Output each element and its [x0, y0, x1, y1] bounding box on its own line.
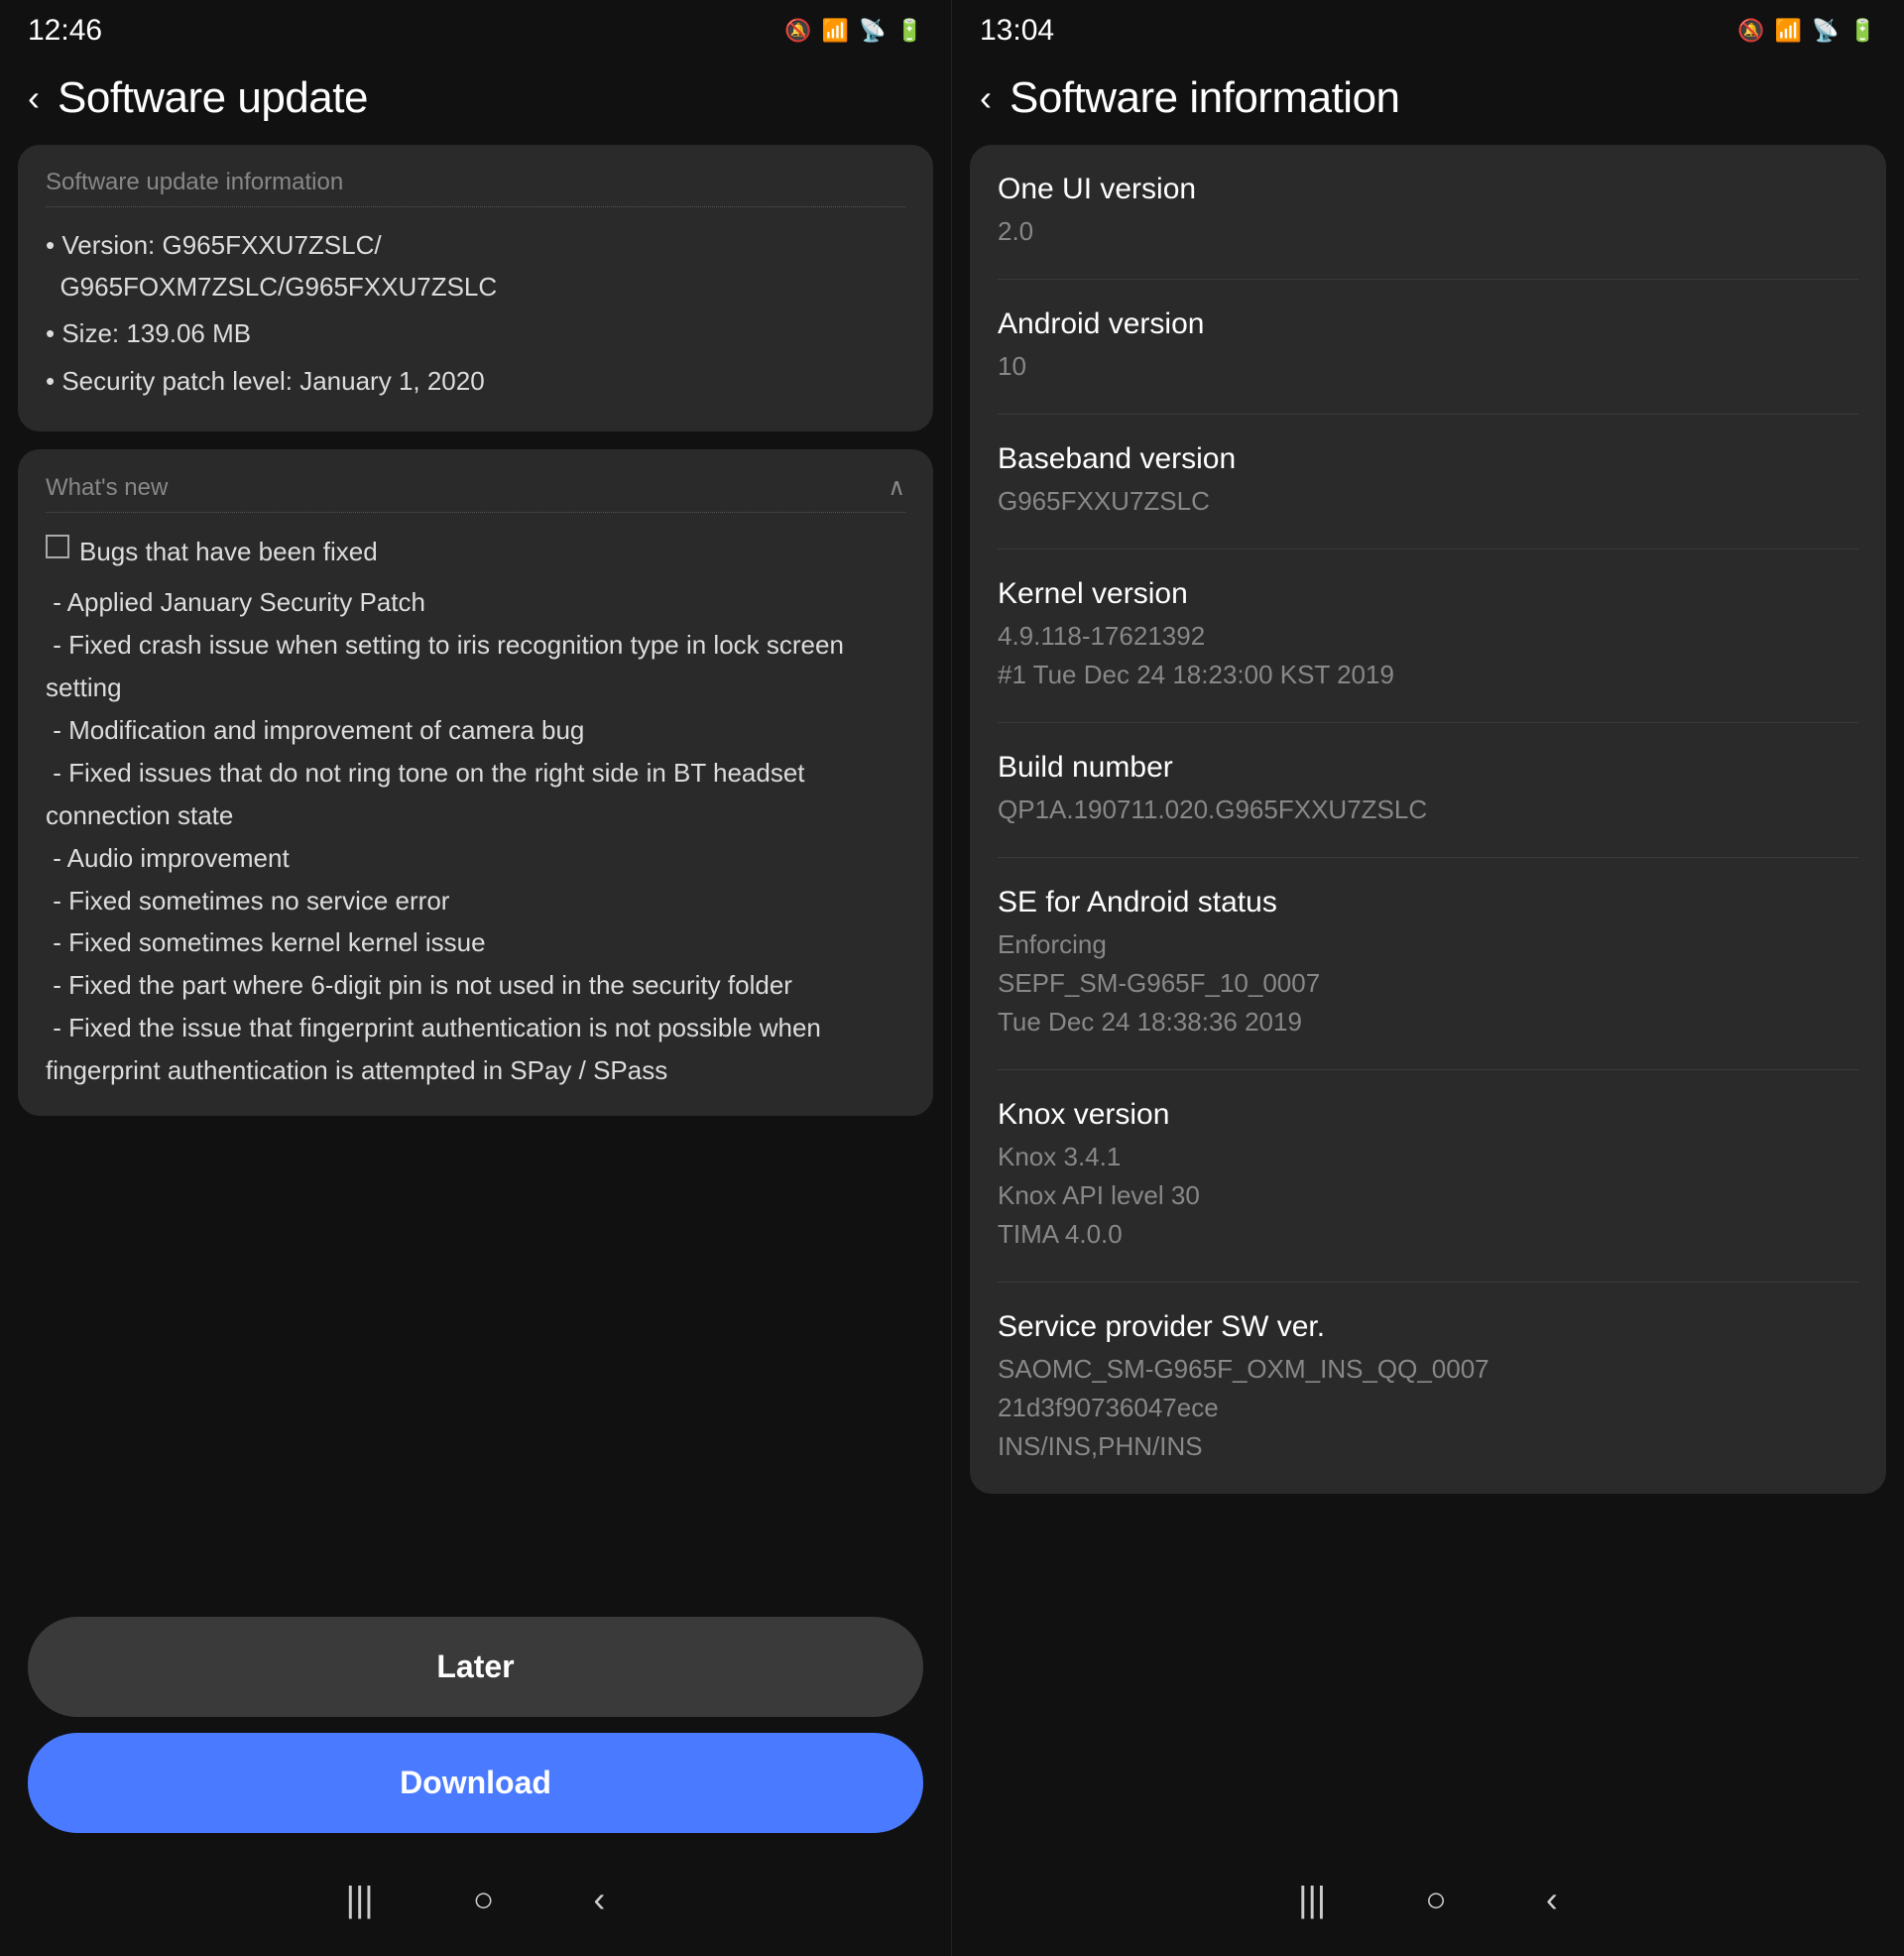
time-left: 12:46 — [28, 14, 102, 48]
page-title-right: Software information — [1010, 73, 1400, 123]
nav-bar-right: ||| ○ ‹ — [952, 1851, 1904, 1956]
knox-version-value: Knox 3.4.1Knox API level 30TIMA 4.0.0 — [998, 1138, 1858, 1254]
whats-new-title-text: What's new — [46, 474, 168, 502]
baseband-version-label: Baseband version — [998, 442, 1858, 476]
page-header-right: ‹ Software information — [952, 56, 1904, 145]
home-icon[interactable]: ○ — [473, 1879, 495, 1920]
bug-items-list: - Applied January Security Patch - Fixed… — [46, 581, 905, 1092]
info-section-title-text: Software update information — [46, 169, 343, 196]
back-button-right[interactable]: ‹ — [980, 80, 992, 116]
size-item: • Size: 139.06 MB — [46, 313, 905, 355]
se-android-value: EnforcingSEPF_SM-G965F_10_0007Tue Dec 24… — [998, 925, 1858, 1041]
status-bar-right: 13:04 🔕 📶 📡 🔋 — [952, 0, 1904, 56]
service-provider-label: Service provider SW ver. — [998, 1310, 1858, 1344]
update-info-card: Software update information • Version: G… — [18, 145, 933, 431]
right-panel: 13:04 🔕 📶 📡 🔋 ‹ Software information One… — [952, 0, 1904, 1956]
status-icons-right: 🔕 📶 📡 🔋 — [1737, 18, 1876, 44]
right-content-area: One UI version 2.0 Android version 10 Ba… — [952, 145, 1904, 1851]
signal-icon: 📡 — [859, 18, 886, 44]
bug-item-6: - Fixed sometimes no service error — [46, 880, 905, 922]
whats-new-header: What's new ∧ — [46, 473, 905, 513]
update-info-list: • Version: G965FXXU7ZSLC/ G965FOXM7ZSLC/… — [46, 225, 905, 402]
version-item: • Version: G965FXXU7ZSLC/ G965FOXM7ZSLC/… — [46, 225, 905, 307]
knox-version-label: Knox version — [998, 1098, 1858, 1132]
battery-icon-right: 🔋 — [1849, 18, 1876, 44]
kernel-version-row: Kernel version 4.9.118-17621392#1 Tue De… — [998, 550, 1858, 723]
service-provider-row: Service provider SW ver. SAOMC_SM-G965F_… — [998, 1283, 1858, 1494]
software-info-card: One UI version 2.0 Android version 10 Ba… — [970, 145, 1886, 1494]
battery-icon: 🔋 — [896, 18, 923, 44]
bugs-fixed-label: Bugs that have been fixed — [79, 531, 378, 573]
build-number-row: Build number QP1A.190711.020.G965FXXU7ZS… — [998, 723, 1858, 858]
android-version-label: Android version — [998, 307, 1858, 341]
one-ui-label: One UI version — [998, 173, 1858, 206]
info-section-header: Software update information — [46, 169, 905, 207]
time-right: 13:04 — [980, 14, 1054, 48]
se-android-label: SE for Android status — [998, 886, 1858, 919]
se-android-row: SE for Android status EnforcingSEPF_SM-G… — [998, 858, 1858, 1070]
bug-item-4: - Fixed issues that do not ring tone on … — [46, 752, 905, 837]
page-header-left: ‹ Software update — [0, 56, 951, 145]
checkbox-bugs-fixed: Bugs that have been fixed — [46, 531, 905, 573]
bug-item-2: - Fixed crash issue when setting to iris… — [46, 624, 905, 709]
whats-new-content: Bugs that have been fixed - Applied Janu… — [46, 531, 905, 1092]
wifi-icon-right: 📶 — [1775, 18, 1802, 44]
service-provider-value: SAOMC_SM-G965F_OXM_INS_QQ_000721d3f90736… — [998, 1350, 1858, 1466]
build-number-label: Build number — [998, 751, 1858, 785]
build-number-value: QP1A.190711.020.G965FXXU7ZSLC — [998, 791, 1858, 829]
bug-item-7: - Fixed sometimes kernel kernel issue — [46, 921, 905, 964]
knox-version-row: Knox version Knox 3.4.1Knox API level 30… — [998, 1070, 1858, 1283]
back-button-left[interactable]: ‹ — [28, 80, 40, 116]
security-patch-item: • Security patch level: January 1, 2020 — [46, 361, 905, 403]
one-ui-row: One UI version 2.0 — [998, 145, 1858, 280]
android-version-value: 10 — [998, 347, 1858, 386]
baseband-version-row: Baseband version G965FXXU7ZSLC — [998, 415, 1858, 550]
back-nav-icon-right[interactable]: ‹ — [1546, 1879, 1558, 1920]
collapse-icon[interactable]: ∧ — [888, 473, 905, 502]
bug-item-3: - Modification and improvement of camera… — [46, 709, 905, 752]
checkbox-icon[interactable] — [46, 535, 69, 558]
kernel-version-value: 4.9.118-17621392#1 Tue Dec 24 18:23:00 K… — [998, 617, 1858, 694]
baseband-version-value: G965FXXU7ZSLC — [998, 482, 1858, 521]
page-title-left: Software update — [58, 73, 368, 123]
later-button[interactable]: Later — [28, 1617, 923, 1717]
wifi-icon: 📶 — [822, 18, 849, 44]
one-ui-value: 2.0 — [998, 212, 1858, 251]
content-area-left: Software update information • Version: G… — [0, 145, 951, 1589]
whats-new-card: What's new ∧ Bugs that have been fixed -… — [18, 449, 933, 1116]
status-icons-left: 🔕 📶 📡 🔋 — [784, 18, 923, 44]
signal-icon-right: 📡 — [1812, 18, 1839, 44]
kernel-version-label: Kernel version — [998, 577, 1858, 611]
bug-item-5: - Audio improvement — [46, 837, 905, 880]
status-bar-left: 12:46 🔕 📶 📡 🔋 — [0, 0, 951, 56]
android-version-row: Android version 10 — [998, 280, 1858, 415]
left-panel: 12:46 🔕 📶 📡 🔋 ‹ Software update Software… — [0, 0, 952, 1956]
bug-item-1: - Applied January Security Patch — [46, 581, 905, 624]
download-button[interactable]: Download — [28, 1733, 923, 1833]
back-nav-icon[interactable]: ‹ — [593, 1879, 605, 1920]
recent-apps-icon[interactable]: ||| — [346, 1879, 374, 1920]
buttons-area-left: Later Download — [0, 1589, 951, 1851]
bug-item-8: - Fixed the part where 6-digit pin is no… — [46, 964, 905, 1007]
recent-apps-icon-right[interactable]: ||| — [1298, 1879, 1326, 1920]
bug-item-9: - Fixed the issue that fingerprint authe… — [46, 1007, 905, 1092]
nav-bar-left: ||| ○ ‹ — [0, 1851, 951, 1956]
mute-icon-right: 🔕 — [1737, 18, 1764, 44]
home-icon-right[interactable]: ○ — [1425, 1879, 1447, 1920]
mute-icon: 🔕 — [784, 18, 811, 44]
